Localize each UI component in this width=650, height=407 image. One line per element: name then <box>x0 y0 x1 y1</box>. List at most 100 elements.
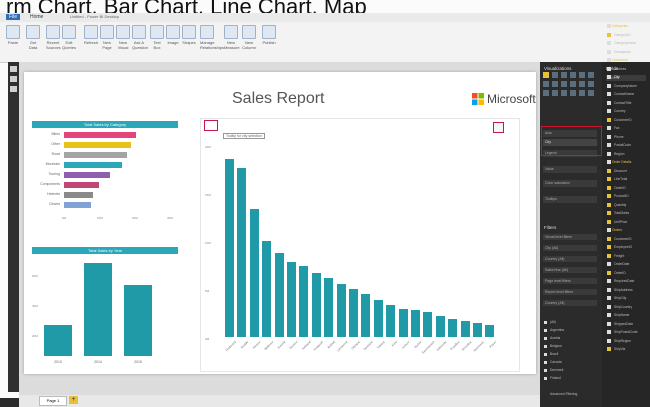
category-bar[interactable] <box>64 162 122 168</box>
checkbox[interactable] <box>607 304 611 309</box>
filter-value[interactable]: Belgium <box>543 344 598 349</box>
field-item[interactable]: ShipAddress <box>606 287 648 293</box>
visual-type-icon[interactable] <box>579 90 585 96</box>
filter-value[interactable]: Argentina <box>543 328 598 333</box>
filter-value[interactable]: Canada <box>543 360 598 365</box>
field-item[interactable]: ShipCity <box>606 295 648 301</box>
field-table[interactable]: Orders <box>606 227 648 233</box>
checkbox[interactable] <box>544 337 547 340</box>
checkbox[interactable] <box>607 134 611 139</box>
field-item[interactable]: Address <box>606 66 648 72</box>
year-bar[interactable] <box>84 263 112 356</box>
visual-type-icon[interactable] <box>570 72 576 78</box>
filter-well[interactable]: Visual level filters <box>543 234 597 240</box>
field-item[interactable]: Quantity <box>606 202 648 208</box>
report-view-icon[interactable] <box>10 66 17 72</box>
ribbon-button[interactable]: New Column <box>242 25 256 50</box>
checkbox[interactable] <box>607 228 611 232</box>
filter-well[interactable]: City (All) <box>543 245 597 251</box>
field-table[interactable]: Order Details <box>606 159 648 165</box>
checkbox[interactable] <box>607 75 611 79</box>
ribbon-button[interactable]: New Measure <box>224 25 240 50</box>
checkbox[interactable] <box>607 313 611 317</box>
city-sales-chart[interactable]: Tooltip for city selection Redmond Seattl… <box>200 118 520 372</box>
visual-type-icon[interactable] <box>570 90 576 96</box>
category-bar[interactable] <box>64 142 131 148</box>
city-bar[interactable] <box>287 262 296 337</box>
year-bar[interactable] <box>124 284 152 356</box>
visual-type-icon[interactable] <box>543 81 549 87</box>
field-item[interactable]: CustomerID <box>606 117 648 123</box>
city-bar[interactable] <box>485 324 495 337</box>
city-bar[interactable] <box>274 253 284 337</box>
visual-type-icon[interactable] <box>579 81 585 87</box>
ribbon-button[interactable]: Ask A Question <box>132 25 148 50</box>
checkbox[interactable] <box>607 321 611 326</box>
checkbox[interactable] <box>607 245 611 249</box>
checkbox[interactable] <box>607 330 611 334</box>
checkbox[interactable] <box>607 202 611 207</box>
category-bar[interactable] <box>64 172 111 178</box>
checkbox[interactable] <box>607 32 611 37</box>
city-bar[interactable] <box>336 283 346 337</box>
filter-value[interactable]: Austria <box>543 336 598 341</box>
ribbon-button[interactable]: Edit Queries <box>62 25 76 50</box>
category-bar[interactable] <box>64 192 93 198</box>
checkbox[interactable] <box>544 353 547 356</box>
field-item[interactable]: EmployeeID <box>606 244 648 250</box>
field-item[interactable]: PostalCode <box>606 142 648 148</box>
ribbon-button[interactable]: Get Data <box>26 25 40 50</box>
checkbox[interactable] <box>607 160 611 164</box>
visual-type-icon[interactable] <box>579 72 585 78</box>
city-bar[interactable] <box>423 312 433 337</box>
visual-type-icon[interactable] <box>561 90 567 96</box>
city-bar[interactable] <box>448 319 458 337</box>
filter-value[interactable]: Brazil <box>543 352 598 357</box>
tab-home[interactable]: Home <box>30 14 43 20</box>
ribbon-button[interactable]: New Visual <box>116 25 130 50</box>
field-item[interactable]: CategoryID <box>606 32 648 38</box>
field-item[interactable]: Freight <box>606 253 648 259</box>
checkbox[interactable] <box>607 236 611 241</box>
checkbox[interactable] <box>607 194 611 198</box>
checkbox[interactable] <box>607 100 611 105</box>
field-item[interactable]: ShipRegion <box>606 338 648 344</box>
city-bar[interactable] <box>473 322 482 337</box>
field-item[interactable]: OrderID <box>606 185 648 191</box>
checkbox[interactable] <box>607 279 611 283</box>
field-item[interactable]: OrderID <box>606 270 648 276</box>
field-item[interactable]: ShippedDate <box>606 321 648 327</box>
category-bar[interactable] <box>64 182 99 188</box>
ribbon-button[interactable]: Manage Relationships <box>200 25 224 50</box>
filter-value[interactable]: (All) <box>543 320 598 325</box>
visual-type-icon[interactable] <box>552 90 558 96</box>
field-item[interactable]: ContactName <box>606 91 648 97</box>
checkbox[interactable] <box>607 168 611 173</box>
field-item[interactable]: TotalSales <box>606 210 648 216</box>
visual-type-icon[interactable] <box>588 90 594 96</box>
field-item[interactable]: CustomerID <box>606 236 648 242</box>
year-bar[interactable] <box>44 324 72 356</box>
field-item[interactable]: Description <box>606 49 648 55</box>
filter-well[interactable]: Country (All) <box>543 300 597 306</box>
city-bar[interactable] <box>311 272 321 337</box>
checkbox[interactable] <box>607 185 611 190</box>
field-item[interactable]: CompanyName <box>606 83 648 89</box>
city-bar[interactable] <box>249 208 259 337</box>
city-bar[interactable] <box>262 240 272 337</box>
ribbon-button[interactable]: Paste <box>6 25 20 45</box>
ribbon-button[interactable]: Publish <box>262 25 276 45</box>
city-bar[interactable] <box>324 278 334 337</box>
city-bar[interactable] <box>435 315 445 337</box>
checkbox[interactable] <box>607 49 611 54</box>
add-page-button[interactable]: + <box>69 396 78 404</box>
field-item[interactable]: OrderDate <box>606 261 648 267</box>
filter-well[interactable]: SalesYear (All) <box>543 267 597 273</box>
category-bar[interactable] <box>64 202 92 208</box>
field-table[interactable]: Categories <box>606 23 648 29</box>
field-item[interactable]: LineTotal <box>606 176 648 182</box>
ribbon-button[interactable]: New Page <box>100 25 114 50</box>
checkbox[interactable] <box>544 361 547 364</box>
ribbon-button[interactable]: Text Box <box>150 25 164 50</box>
filter-well[interactable]: Country (All) <box>543 256 597 262</box>
